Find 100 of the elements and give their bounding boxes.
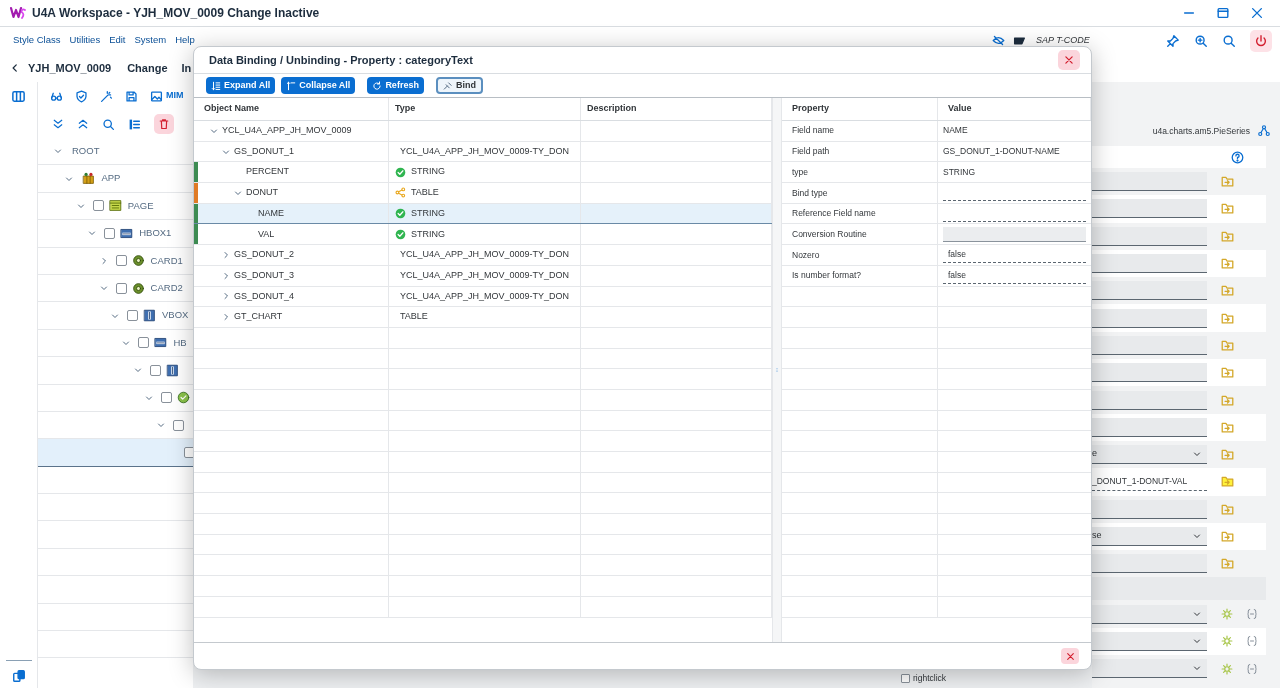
menu-item[interactable]: System [134,33,167,48]
chevron-right-icon[interactable] [222,292,230,301]
object-row[interactable]: GS_DONUT_4 YCL_U4A_APP_JH_MOV_0009-TY_DON [194,286,772,308]
tree-item-label[interactable]: APP [101,171,121,186]
tree-item-label[interactable]: PAGE [127,198,154,214]
chevron-down-icon[interactable] [111,311,119,320]
chevron-right-icon[interactable] [222,250,230,259]
braces-icon[interactable] [1246,662,1258,675]
tree-row[interactable]: APP [38,165,193,193]
checkbox[interactable] [172,419,184,431]
delete-button[interactable] [154,114,174,134]
object-row[interactable]: VAL STRING [194,224,772,246]
hide-icon[interactable] [992,34,1005,47]
tree-row[interactable]: HB [38,329,193,358]
save-icon[interactable] [125,89,138,103]
braces-icon[interactable] [1246,608,1258,621]
chevron-down-icon[interactable] [145,393,154,402]
chevron-down-icon[interactable] [88,229,97,238]
chevron-down-icon[interactable] [1193,609,1201,618]
power-button[interactable] [1250,29,1272,52]
input-field[interactable] [1092,363,1207,383]
zoom-in-icon[interactable] [1194,33,1208,48]
dropdown-field[interactable] [1092,604,1207,624]
braces-icon[interactable] [1246,635,1258,648]
search-icon[interactable] [1222,33,1236,48]
tree-item-label[interactable]: HBOX1 [139,226,172,241]
toolbar-button[interactable]: Refresh [367,77,424,94]
tree-row[interactable]: CARD1 [38,247,193,275]
input-field[interactable] [1092,281,1207,301]
chevron-down-icon[interactable] [133,366,142,375]
input-field[interactable] [1092,199,1207,219]
shield-icon[interactable] [75,89,88,103]
object-row[interactable]: GT_CHART TABLE [194,307,772,328]
tree-row[interactable]: HBOX1 [38,220,193,248]
chevron-right-icon[interactable] [222,313,230,322]
input-field[interactable] [1092,308,1207,328]
dropdown-field[interactable]: e [1092,445,1207,465]
checkbox[interactable] [161,392,173,404]
input-field[interactable]: false [943,267,1086,284]
search-icon[interactable] [102,117,115,131]
chevron-down-icon[interactable] [122,338,131,347]
columns-icon[interactable] [11,89,26,104]
checkbox[interactable] [901,673,910,683]
checkbox[interactable] [92,200,104,212]
maximize-icon[interactable] [1216,6,1230,20]
tree-item-label[interactable]: CARD2 [150,281,183,296]
object-row[interactable]: GS_DONUT_2 YCL_U4A_APP_JH_MOV_0009-TY_DON [194,245,772,266]
chevron-down-icon[interactable] [156,421,165,430]
pin-icon[interactable] [1166,33,1180,48]
tree-item-label[interactable]: VBOX [162,308,189,323]
tree-row[interactable] [38,439,193,467]
tree-item-label[interactable]: HB [173,335,187,351]
back-icon[interactable] [10,63,20,73]
checkbox[interactable] [127,310,138,322]
input-field[interactable] [1092,417,1207,437]
object-row[interactable]: PERCENT STRING [194,162,772,184]
dropdown-field[interactable] [1092,659,1207,679]
checkbox[interactable] [138,337,150,349]
chevron-down-icon[interactable] [1193,636,1201,645]
checkbox[interactable] [104,227,116,239]
input-field[interactable] [1092,554,1207,574]
toolbar-button[interactable]: Bind [435,77,483,94]
magic-wand-icon[interactable] [100,89,113,103]
checkbox[interactable] [115,255,127,267]
input-field[interactable] [1092,226,1207,246]
dropdown-field[interactable] [1092,631,1207,651]
dropdown-field[interactable]: se [1092,527,1207,546]
close-button[interactable] [1061,648,1079,664]
object-row[interactable]: GS_DONUT_3 YCL_U4A_APP_JH_MOV_0009-TY_DON [194,265,772,287]
checkbox[interactable] [184,447,193,458]
collapse-all-icon[interactable] [77,118,89,130]
expand-all-icon[interactable] [52,118,64,130]
tree-row[interactable]: PAGE [38,192,193,221]
chevron-down-icon[interactable] [76,201,85,210]
chevron-down-icon[interactable] [99,284,108,293]
close-icon[interactable] [1250,6,1264,20]
toolbar-button[interactable]: Collapse All [281,77,356,94]
chevron-down-icon[interactable] [222,147,230,156]
list-icon[interactable] [128,117,141,131]
chevron-down-icon[interactable] [1193,664,1201,673]
checkbox[interactable] [115,282,127,294]
chevron-down-icon[interactable] [234,188,242,197]
input-field[interactable] [1092,499,1207,519]
image-button[interactable]: MIM [150,89,184,103]
menu-item[interactable]: Style Class [13,33,61,48]
toolbar-button[interactable]: Expand All [206,77,276,94]
tree-row[interactable]: CARD2 [38,274,193,303]
menu-item[interactable]: Edit [109,33,126,48]
menu-item[interactable]: Utilities [69,33,101,48]
input-field[interactable] [1092,390,1207,410]
input-field[interactable]: false [943,246,1086,263]
object-row[interactable]: DONUT TABLE [194,183,772,204]
chevron-down-icon[interactable] [1193,450,1201,459]
input-field[interactable] [1092,172,1207,192]
input-field[interactable] [1092,254,1207,274]
close-button[interactable] [1058,50,1080,70]
chevron-right-icon[interactable] [99,256,108,265]
object-row[interactable]: GS_DONUT_1 YCL_U4A_APP_JH_MOV_0009-TY_DON [194,141,772,163]
menu-item[interactable]: Help [175,33,195,48]
chevron-down-icon[interactable] [210,126,218,135]
